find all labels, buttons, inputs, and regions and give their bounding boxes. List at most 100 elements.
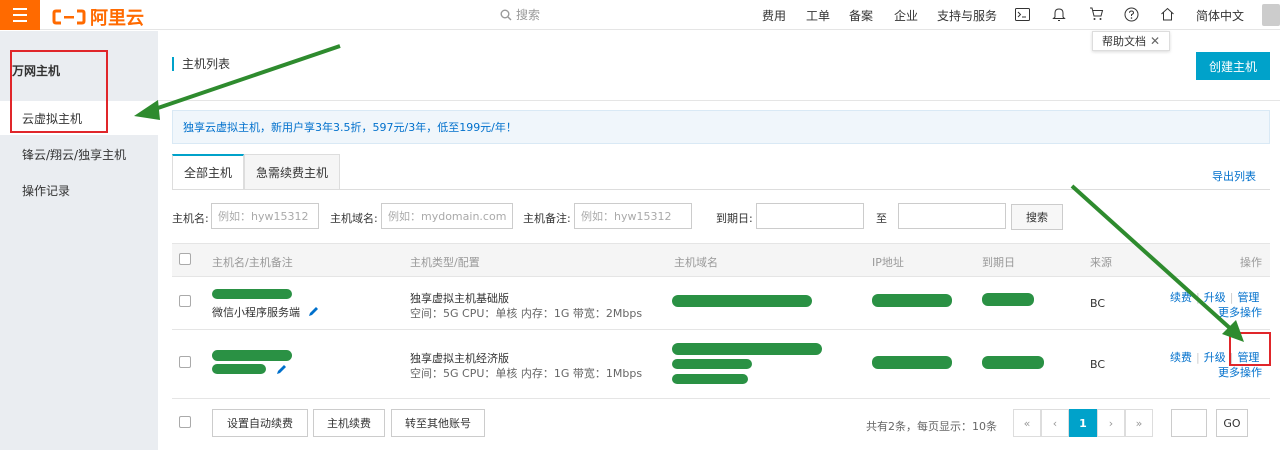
language-switch[interactable]: 简体中文 [1196, 0, 1244, 30]
redacted-domain [672, 343, 822, 355]
annotation-box [1229, 332, 1271, 366]
menu-icon[interactable] [0, 0, 40, 30]
host-type: 独享虚拟主机经济版 [410, 352, 509, 365]
redacted-ip [872, 294, 952, 307]
column-header: 到期日 [982, 256, 1015, 269]
annotation-box [10, 50, 108, 133]
pagination-summary: 共有2条，每页显示：10条 [866, 420, 997, 433]
hostname-input[interactable]: 例如：hyw15312 [211, 203, 319, 229]
select-all-checkbox-bottom[interactable] [179, 416, 191, 428]
expire-label: 到期日: [716, 212, 753, 225]
search-placeholder: 搜索 [516, 8, 541, 22]
row-divider [172, 398, 1270, 399]
redacted-note [212, 364, 266, 374]
expire-start-input[interactable] [756, 203, 864, 229]
column-header: 主机域名 [674, 256, 718, 269]
host-type: 独享虚拟主机基础版 [410, 292, 509, 305]
goto-page-input[interactable] [1171, 409, 1207, 437]
host-note-text: 微信小程序服务端 [212, 306, 300, 319]
sidebar-item-label: 锋云/翔云/独享主机 [22, 147, 127, 162]
terminal-icon[interactable] [1014, 6, 1030, 22]
close-icon[interactable]: ✕ [1150, 34, 1160, 48]
domain-input[interactable]: 例如：mydomain.com [381, 203, 513, 229]
upgrade-link[interactable]: 升级 [1204, 291, 1226, 304]
more-actions-link[interactable]: 更多操作 [1218, 364, 1262, 380]
redacted-expire-date [982, 293, 1034, 306]
row-actions: 续费 | 升级 | 管理 [1170, 289, 1259, 305]
manage-link[interactable]: 管理 [1237, 291, 1259, 304]
host-source: BC [1090, 358, 1106, 371]
sidebar-item-label: 操作记录 [22, 183, 71, 198]
select-all-checkbox[interactable] [179, 253, 191, 265]
row-divider [172, 329, 1270, 330]
first-page-button[interactable]: « [1013, 409, 1041, 437]
note-input[interactable]: 例如：hyw15312 [574, 203, 692, 229]
note-label: 主机备注: [523, 212, 571, 225]
help-icon[interactable] [1123, 6, 1139, 22]
sidebar-item-dedicated-host[interactable]: 锋云/翔云/独享主机 [0, 137, 158, 171]
redacted-domain [672, 374, 748, 384]
nav-tickets[interactable]: 工单 [806, 0, 830, 30]
renew-link[interactable]: 续费 [1170, 291, 1192, 304]
top-bar: 阿里云 搜索 费用 工单 备案 企业 支持与服务 简体中文 [0, 0, 1280, 30]
host-config: 空间：5G CPU：单核 内存：1G 带宽：2Mbps [410, 307, 643, 320]
nav-filing[interactable]: 备案 [849, 0, 873, 30]
search-icon [500, 9, 512, 20]
tabs-divider [172, 189, 1270, 190]
tab-label: 急需续费主机 [255, 165, 328, 180]
logo[interactable]: 阿里云 [52, 4, 144, 30]
bell-icon[interactable] [1051, 6, 1067, 22]
export-list-link[interactable]: 导出列表 [1212, 168, 1256, 184]
search-button[interactable]: 搜索 [1011, 204, 1063, 230]
column-header: IP地址 [872, 256, 904, 269]
tab-all-hosts[interactable]: 全部主机 [172, 154, 244, 190]
home-icon[interactable] [1159, 6, 1175, 22]
edit-icon[interactable] [276, 364, 287, 378]
avatar[interactable] [1262, 4, 1280, 26]
separator: | [1196, 351, 1200, 364]
redacted-domain [672, 295, 812, 307]
separator: | [1229, 291, 1234, 304]
expire-end-input[interactable] [898, 203, 1006, 229]
aliyun-logo-icon [52, 8, 86, 26]
help-doc-tooltip: 帮助文档 ✕ [1092, 31, 1170, 51]
page-1-button[interactable]: 1 [1069, 409, 1097, 437]
next-page-button[interactable]: › [1097, 409, 1125, 437]
row-checkbox[interactable] [179, 295, 191, 307]
redacted-domain [672, 359, 752, 369]
create-host-button[interactable]: 创建主机 [1196, 52, 1270, 80]
hostname-label: 主机名: [172, 212, 209, 225]
promo-text[interactable]: 独享云虚拟主机，新用户享3年3.5折，597元/3年，低至199元/年！ [183, 119, 517, 135]
column-header: 主机名/主机备注 [212, 256, 293, 269]
search-box[interactable]: 搜索 [500, 6, 540, 23]
column-header: 主机类型/配置 [410, 256, 480, 269]
host-renew-button[interactable]: 主机续费 [313, 409, 385, 437]
nav-enterprise[interactable]: 企业 [894, 0, 918, 30]
tab-renew-hosts[interactable]: 急需续费主机 [244, 154, 340, 190]
logo-text: 阿里云 [90, 8, 144, 29]
host-config: 空间：5G CPU：单核 内存：1G 带宽：1Mbps [410, 367, 643, 380]
nav-support[interactable]: 支持与服务 [937, 0, 997, 30]
promo-banner[interactable]: 独享云虚拟主机，新用户享3年3.5折，597元/3年，低至199元/年！ [172, 110, 1270, 144]
tab-label: 全部主机 [183, 166, 232, 180]
edit-icon[interactable] [308, 306, 319, 320]
renew-link[interactable]: 续费 [1170, 351, 1192, 364]
more-actions-link[interactable]: 更多操作 [1218, 304, 1262, 320]
sidebar-item-operation-log[interactable]: 操作记录 [0, 173, 158, 207]
transfer-account-button[interactable]: 转至其他账号 [391, 409, 485, 437]
domain-label: 主机域名: [330, 212, 378, 225]
divider [158, 100, 1280, 101]
redacted-expire-date [982, 356, 1044, 369]
row-checkbox[interactable] [179, 356, 191, 368]
column-header: 来源 [1090, 256, 1112, 269]
upgrade-link[interactable]: 升级 [1204, 351, 1226, 364]
redacted-hostname [212, 350, 292, 361]
go-button[interactable]: GO [1216, 409, 1248, 437]
cart-icon[interactable] [1088, 6, 1104, 22]
last-page-button[interactable]: » [1125, 409, 1153, 437]
nav-fees[interactable]: 费用 [762, 0, 786, 30]
prev-page-button[interactable]: ‹ [1041, 409, 1069, 437]
redacted-hostname [212, 289, 292, 299]
host-note: 微信小程序服务端 [212, 304, 319, 320]
auto-renew-button[interactable]: 设置自动续费 [212, 409, 308, 437]
